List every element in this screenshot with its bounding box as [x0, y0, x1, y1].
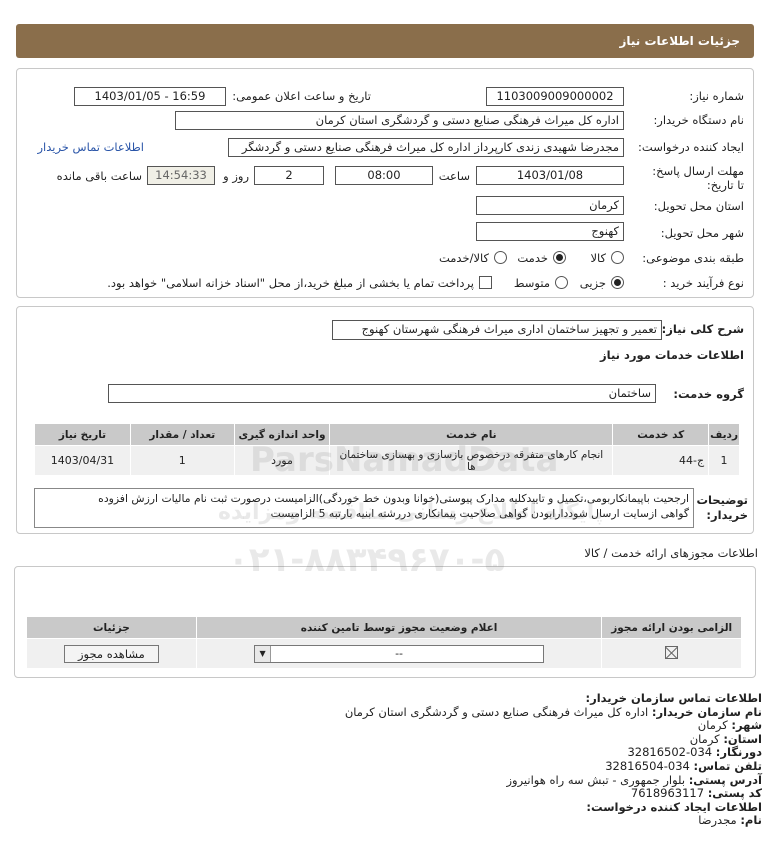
service-group-field: ساختمان — [108, 384, 656, 403]
city-label: شهر محل تحویل: — [660, 226, 744, 240]
chevron-down-icon[interactable]: ▼ — [255, 645, 272, 662]
announce-field: 1403/01/05 - 16:59 — [74, 87, 226, 106]
creator-label: ایجاد کننده درخواست: — [638, 140, 744, 154]
category-option-service: خدمت — [517, 251, 548, 265]
buyer-label: نام دستگاه خریدار: — [653, 113, 744, 127]
col-need-date: تاریخ نیاز — [34, 423, 131, 446]
col-service-code: کد خدمت — [612, 423, 710, 446]
name-label: نام: — [740, 813, 762, 828]
col-row: ردیف — [708, 423, 740, 446]
license-required-cell — [601, 638, 742, 669]
license-status-value: -- — [395, 646, 404, 660]
table-row: -- ▼ مشاهده مجوز — [26, 638, 742, 669]
category-option-goods-service: کالا/خدمت — [438, 251, 489, 265]
time-label: ساعت — [438, 169, 470, 183]
province-field: کرمان — [476, 196, 624, 215]
contact-province-label: استان: — [723, 731, 762, 746]
address-value: بلوار جمهوری - تبش سه راه هوانیروز — [506, 772, 686, 787]
contact-city-value: کرمان — [697, 718, 728, 733]
row-quantity: 1 — [129, 445, 235, 476]
days-label: روز و — [223, 169, 249, 183]
creator-field: مجدرضا شهیدی زندی کارپرداز اداره کل میرا… — [228, 138, 624, 157]
fax-label: دورنگار: — [715, 745, 762, 760]
services-table: ردیف کد خدمت نام خدمت واحد اندازه گیری ت… — [34, 423, 740, 476]
services-title: اطلاعات خدمات مورد نیاز — [600, 348, 744, 362]
postal-value: 7618963117 — [630, 786, 705, 801]
buyer-notes-label: توضیحات خریدار: — [696, 493, 749, 522]
col-quantity: تعداد / مقدار — [129, 423, 235, 446]
deadline-time-field: 08:00 — [335, 166, 433, 185]
need-number-label: شماره نیاز: — [689, 89, 744, 103]
row-service-name: انجام کارهای متفرقه درخصوص بازسازی و بهس… — [329, 445, 614, 476]
payment-note: پرداخت تمام یا بخشی از مبلغ خرید،از محل … — [107, 276, 474, 290]
table-row: 1 ج-44 انجام کارهای متفرقه درخصوص بازساز… — [34, 445, 740, 476]
process-radio-minor[interactable] — [611, 276, 624, 289]
buyer-notes-box: ارجحیت باپیمانکاربومی،تکمیل و تاییدکلیه … — [34, 488, 694, 528]
fax-value: 034-32816502 — [627, 745, 713, 760]
deadline-date-field: 1403/01/08 — [476, 166, 624, 185]
row-service-code: ج-44 — [612, 445, 710, 476]
service-group-label: گروه خدمت: — [673, 387, 744, 401]
col-license-details: جزئیات — [26, 616, 197, 639]
category-option-goods: کالا — [590, 251, 606, 265]
category-radio-goods[interactable] — [611, 251, 624, 264]
contact-city-label: شهر: — [731, 718, 762, 733]
org-label: نام سازمان خریدار: — [651, 704, 762, 719]
col-service-name: نام خدمت — [329, 423, 614, 446]
buyer-contact-link[interactable]: اطلاعات تماس خریدار — [37, 140, 144, 154]
address-label: آدرس پستی: — [688, 772, 762, 787]
phone-value: 034-32816504 — [605, 758, 690, 773]
buyer-contact-section: اطلاعات تماس سازمان خریدار: نام سازمان خ… — [12, 691, 762, 828]
view-license-button[interactable]: مشاهده مجوز — [63, 644, 159, 663]
process-option-minor: جزیی — [579, 276, 606, 290]
page-title: جزئیات اطلاعات نیاز — [619, 34, 740, 48]
category-label: طبقه بندی موضوعی: — [642, 251, 744, 265]
process-radio-medium[interactable] — [555, 276, 568, 289]
deadline-label: مهلت ارسال پاسخ: تا تاریخ: — [652, 164, 744, 192]
row-index: 1 — [708, 445, 740, 476]
category-radio-goods-service[interactable] — [494, 251, 507, 264]
postal-label: کد پستی: — [707, 786, 762, 801]
phone-label: تلفن تماس: — [693, 758, 762, 773]
contact-title: اطلاعات تماس سازمان خریدار: — [585, 691, 762, 705]
buyer-notes-line-2: گواهی ازسایت ارسال شوددارابودن گواهی صلا… — [270, 507, 689, 520]
category-radio-service[interactable] — [553, 251, 566, 264]
licenses-title: اطلاعات مجوزهای ارائه خدمت / کالا — [584, 546, 758, 560]
required-x-checkbox-icon — [665, 645, 679, 659]
province-label: استان محل تحویل: — [653, 199, 744, 213]
org-value: اداره کل میراث فرهنگی صنایع دستی و گردشگ… — [344, 704, 649, 719]
announce-label: تاریخ و ساعت اعلان عمومی: — [232, 89, 371, 103]
city-field: کهنوج — [476, 222, 624, 241]
license-status-select[interactable]: -- ▼ — [254, 644, 545, 663]
col-unit: واحد اندازه گیری — [233, 423, 331, 446]
licenses-table: الزامی بودن ارائه مجوز اعلام وضعیت مجوز … — [26, 616, 742, 669]
license-status-cell: -- ▼ — [195, 638, 603, 669]
license-details-cell: مشاهده مجوز — [26, 638, 197, 669]
creator-info-title: اطلاعات ایجاد کننده درخواست: — [586, 799, 762, 814]
page-header: جزئیات اطلاعات نیاز — [16, 24, 754, 58]
remaining-label: ساعت باقی مانده — [56, 169, 142, 183]
buyer-field: اداره کل میراث فرهنگی صنایع دستی و گردشگ… — [175, 111, 624, 130]
process-option-medium: متوسط — [513, 276, 550, 290]
buyer-notes-line-1: ارجحیت باپیمانکاربومی،تکمیل و تاییدکلیه … — [98, 492, 689, 505]
need-description-field: تعمیر و تجهیز ساختمان اداری میراث فرهنگی… — [332, 320, 662, 340]
need-number-field: 1103009009000002 — [486, 87, 624, 106]
row-unit: مورد — [233, 445, 331, 476]
need-description-label: شرح کلی نیاز: — [661, 322, 744, 336]
name-value: مجدرضا — [698, 813, 737, 828]
days-field: 2 — [254, 166, 324, 185]
contact-province-value: کرمان — [689, 731, 720, 746]
islamic-treasury-checkbox[interactable] — [479, 276, 492, 289]
col-license-status: اعلام وضعیت مجوز توسط تامین کننده — [195, 616, 603, 639]
remaining-time-field: 14:54:33 — [147, 166, 215, 185]
row-need-date: 1403/04/31 — [34, 445, 131, 476]
process-label: نوع فرآیند خرید : — [662, 276, 744, 290]
col-license-required: الزامی بودن ارائه مجوز — [601, 616, 742, 639]
